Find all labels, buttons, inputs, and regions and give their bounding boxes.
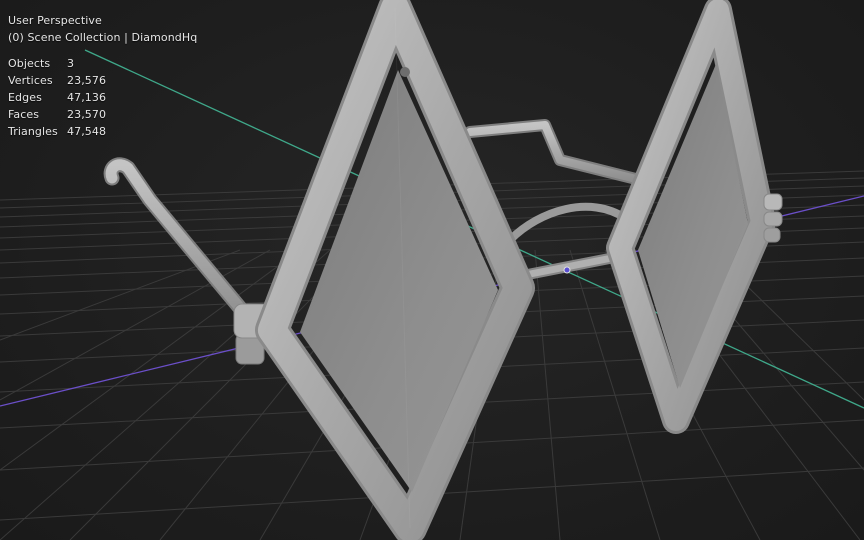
stat-value-objects: 3: [67, 57, 75, 70]
collection-label: (0) Scene Collection | DiamondHq: [8, 31, 198, 44]
stat-value-triangles: 47,548: [67, 125, 107, 138]
stat-label-faces: Faces: [8, 108, 40, 121]
stat-label-triangles: Triangles: [8, 125, 58, 138]
right-hinge[interactable]: [763, 193, 783, 243]
right-temple-arm[interactable]: [464, 119, 646, 186]
left-temple-arm[interactable]: [103, 157, 258, 328]
nose-pad-arm[interactable]: [506, 202, 629, 244]
left-lens-frame[interactable]: [255, 0, 535, 540]
stat-label-vertices: Vertices: [8, 74, 53, 87]
3d-viewport[interactable]: User Perspective (0) Scene Collection | …: [0, 0, 864, 540]
right-lens-frame[interactable]: [606, 0, 776, 434]
stat-label-objects: Objects: [8, 57, 51, 70]
stat-value-vertices: 23,576: [67, 74, 107, 87]
origin-point[interactable]: [563, 266, 571, 274]
viewport-info-overlay: User Perspective (0) Scene Collection | …: [8, 12, 197, 140]
stat-value-edges: 47,136: [67, 91, 107, 104]
stat-label-edges: Edges: [8, 91, 42, 104]
stat-value-faces: 23,570: [67, 108, 107, 121]
view-perspective-label: User Perspective: [8, 14, 102, 27]
scene-statistics: Objects 3 Vertices 23,576 Edges 47,136 F…: [8, 55, 197, 140]
